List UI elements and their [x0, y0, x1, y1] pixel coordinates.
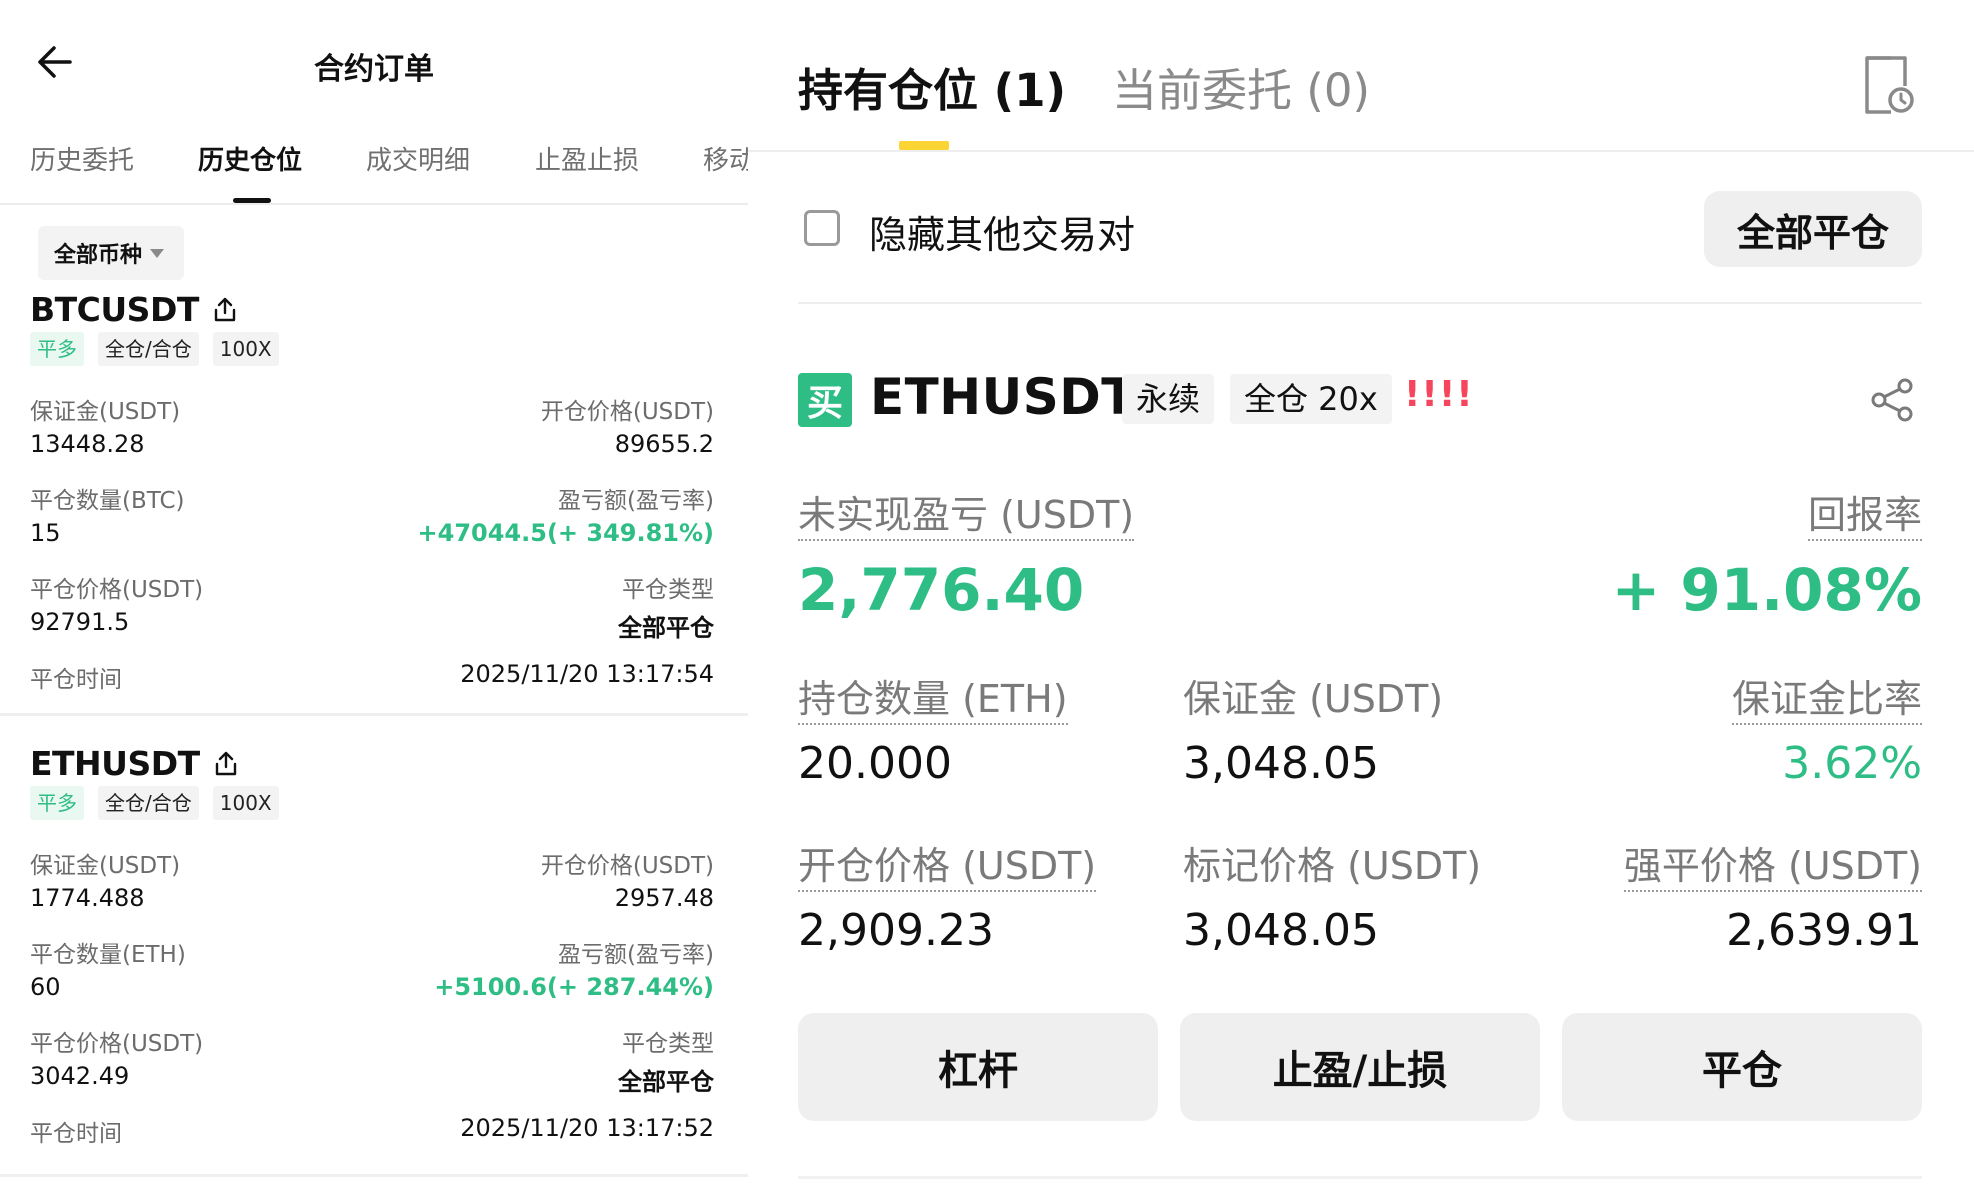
liq-price-value: 2,639.91 — [1726, 905, 1922, 956]
contract-type-tag: 永续 — [1122, 374, 1215, 424]
entry-price-value: 2,909.23 — [798, 905, 994, 956]
close-all-button[interactable]: 全部平仓 — [1704, 191, 1922, 267]
divider — [0, 713, 748, 716]
hide-other-pairs-checkbox[interactable] — [804, 210, 840, 246]
position-size-label[interactable]: 持仓数量 (ETH) — [798, 677, 1068, 725]
side-badge: 买 — [798, 373, 852, 427]
side-tag: 平多 — [30, 786, 84, 820]
mark-price-value: 3,048.05 — [1183, 905, 1379, 956]
divider — [748, 150, 1974, 152]
close-qty-label: 平仓数量(BTC) — [30, 488, 185, 514]
caret-down-icon — [150, 248, 165, 258]
position-symbol: ETHUSDT — [870, 368, 1136, 426]
coin-filter-label: 全部币种 — [54, 243, 143, 268]
roe-value: + 91.08% — [1611, 556, 1922, 624]
close-position-button[interactable]: 平仓 — [1562, 1013, 1922, 1121]
unrealized-pnl-label[interactable]: 未实现盈亏 (USDT) — [798, 493, 1135, 541]
side-tag: 平多 — [30, 332, 84, 366]
close-qty-value: 15 — [30, 519, 61, 547]
close-price-label: 平仓价格(USDT) — [30, 577, 204, 603]
close-price-label: 平仓价格(USDT) — [30, 1031, 204, 1057]
leverage-tag: 100X — [212, 332, 279, 366]
open-price-value: 89655.2 — [614, 430, 714, 458]
divider — [798, 1176, 1922, 1179]
divider — [0, 203, 748, 205]
margin-label: 保证金(USDT) — [30, 853, 181, 879]
pnl-label: 盈亏额(盈亏率) — [558, 488, 714, 514]
leverage-tag: 100X — [212, 786, 279, 820]
close-price-value: 92791.5 — [30, 608, 130, 636]
close-qty-value: 60 — [30, 973, 61, 1001]
warning-indicator: !!!! — [1404, 374, 1474, 415]
liq-price-label[interactable]: 强平价格 (USDT) — [1623, 844, 1922, 892]
position-size-value: 20.000 — [798, 738, 952, 789]
pnl-value: +5100.6(+ 287.44%) — [434, 973, 714, 1001]
page-title: 合约订单 — [314, 52, 434, 87]
divider — [0, 1174, 748, 1177]
divider — [798, 302, 1922, 304]
history-tabs: 历史委托 历史仓位 成交明细 止盈止损 移动 — [0, 140, 748, 204]
close-time-label: 平仓时间 — [30, 1121, 122, 1147]
coin-filter-dropdown[interactable]: 全部币种 — [38, 226, 185, 280]
entry-price-label[interactable]: 开仓价格 (USDT) — [798, 844, 1097, 892]
tab-order-history[interactable]: 历史委托 — [30, 140, 134, 177]
close-time-value: 2025/11/20 13:17:54 — [460, 660, 714, 688]
close-type-value: 全部平仓 — [618, 1068, 714, 1096]
close-time-value: 2025/11/20 13:17:52 — [460, 1114, 714, 1142]
leverage-button[interactable]: 杠杆 — [798, 1013, 1158, 1121]
tab-tp-sl[interactable]: 止盈止损 — [535, 140, 639, 177]
position-symbol: BTCUSDT — [30, 290, 199, 329]
open-price-value: 2957.48 — [614, 884, 714, 912]
tp-sl-button[interactable]: 止盈/止损 — [1180, 1013, 1540, 1121]
order-history-panel: 合约订单 历史委托 历史仓位 成交明细 止盈止损 移动 全部币种 BTCUSDT… — [0, 0, 748, 1200]
close-time-label: 平仓时间 — [30, 667, 122, 693]
share-icon[interactable] — [212, 750, 240, 778]
tab-trade-details[interactable]: 成交明细 — [366, 140, 470, 177]
close-type-value: 全部平仓 — [618, 614, 714, 642]
margin-ratio-value: 3.62% — [1782, 738, 1922, 789]
margin-label: 保证金(USDT) — [30, 399, 181, 425]
tab-position-history[interactable]: 历史仓位 — [198, 140, 302, 177]
margin-value: 1774.488 — [30, 884, 145, 912]
margin-mode-tag[interactable]: 全仓 20x — [1230, 374, 1392, 424]
tab-open-positions[interactable]: 持有仓位 (1) — [798, 54, 1066, 119]
close-qty-label: 平仓数量(ETH) — [30, 942, 186, 968]
close-type-label: 平仓类型 — [622, 1031, 714, 1057]
close-price-value: 3042.49 — [30, 1062, 130, 1090]
mark-price-label: 标记价格 (USDT) — [1183, 844, 1482, 888]
tab-open-orders[interactable]: 当前委托 (0) — [1112, 54, 1370, 119]
roe-label[interactable]: 回报率 — [1807, 493, 1922, 541]
position-symbol: ETHUSDT — [30, 744, 200, 783]
margin-mode-tag: 全仓/合仓 — [98, 332, 199, 366]
margin-value: 13448.28 — [30, 430, 145, 458]
close-type-label: 平仓类型 — [622, 577, 714, 603]
margin-ratio-label[interactable]: 保证金比率 — [1731, 677, 1922, 725]
active-tab-indicator — [899, 141, 949, 150]
share-icon[interactable] — [211, 296, 239, 324]
pnl-value: +47044.5(+ 349.81%) — [417, 519, 714, 547]
unrealized-pnl-value: 2,776.40 — [798, 556, 1085, 624]
tab-trailing[interactable]: 移动 — [703, 140, 748, 177]
margin-mode-tag: 全仓/合仓 — [98, 786, 199, 820]
pnl-label: 盈亏额(盈亏率) — [558, 942, 714, 968]
order-history-icon[interactable] — [1861, 54, 1915, 116]
positions-panel: 持有仓位 (1) 当前委托 (0) 隐藏其他交易对 全部平仓 买 ETHUSDT… — [748, 0, 1974, 1200]
margin-label: 保证金 (USDT) — [1183, 677, 1444, 721]
hide-other-pairs-label: 隐藏其他交易对 — [869, 213, 1136, 257]
open-price-label: 开仓价格(USDT) — [540, 399, 714, 425]
margin-value: 3,048.05 — [1183, 738, 1379, 789]
share-nodes-icon[interactable] — [1868, 376, 1916, 424]
open-price-label: 开仓价格(USDT) — [540, 853, 714, 879]
